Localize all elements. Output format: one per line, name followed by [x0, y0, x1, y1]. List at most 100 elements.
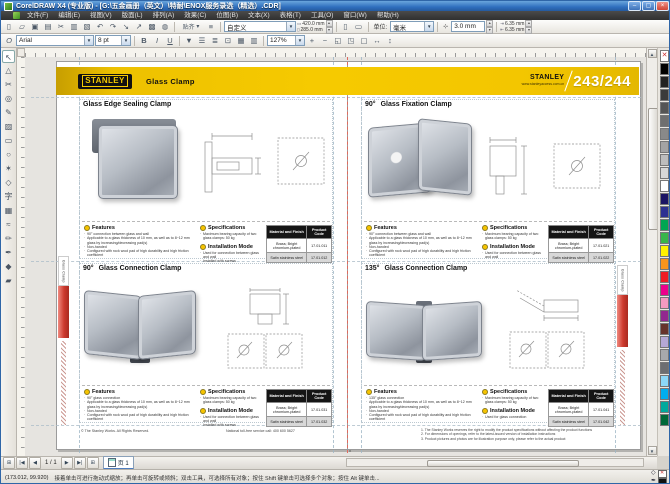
nudge-offset-input[interactable]: 3.0 mm — [451, 21, 485, 32]
minimize-button[interactable]: – — [628, 1, 641, 11]
menu-item-8[interactable]: 表格(T) — [275, 11, 306, 20]
pick-tool[interactable]: ↖ — [2, 50, 15, 63]
table-tool[interactable]: ▦ — [2, 204, 15, 217]
color-swatch-23[interactable] — [660, 349, 669, 361]
color-swatch-18[interactable] — [660, 284, 669, 296]
menu-item-4[interactable]: 排列(A) — [148, 11, 180, 20]
title-bar[interactable]: CorelDRAW X4 (专业版) - [G:\五金画册（英文）\特耐\ENO… — [1, 1, 670, 11]
fill-indicator[interactable]: ◇✕ — [651, 470, 667, 478]
color-swatch-2[interactable] — [660, 76, 669, 88]
copy-icon[interactable]: ▥ — [68, 21, 80, 32]
open-icon[interactable]: ▱ — [16, 21, 28, 32]
menu-item-5[interactable]: 效果(C) — [179, 11, 211, 20]
underline-button[interactable]: U — [164, 35, 176, 46]
app-launcher-icon[interactable]: ▩ — [146, 21, 158, 32]
shape-tool[interactable]: △ — [2, 64, 15, 77]
duplicate-steppers[interactable]: ▲▼ — [525, 20, 532, 34]
frame-icon[interactable]: ▥ — [248, 35, 260, 46]
menu-item-3[interactable]: 版面(L) — [117, 11, 148, 20]
color-swatch-12[interactable] — [660, 206, 669, 218]
color-swatch-20[interactable] — [660, 310, 669, 322]
color-swatch-13[interactable] — [660, 219, 669, 231]
color-swatch-16[interactable] — [660, 258, 669, 270]
color-swatch-28[interactable] — [660, 414, 669, 426]
color-swatch-14[interactable] — [660, 232, 669, 244]
zoom-width-icon[interactable]: ↔ — [371, 35, 383, 46]
interactive-fill-tool[interactable]: ▰ — [2, 274, 15, 287]
color-swatch-4[interactable] — [660, 102, 669, 114]
print-icon[interactable]: ▤ — [42, 21, 54, 32]
paste-icon[interactable]: ▧ — [81, 21, 93, 32]
color-swatch-21[interactable] — [660, 323, 669, 335]
last-page-button[interactable]: ▶| — [74, 457, 86, 469]
color-swatch-7[interactable] — [660, 141, 669, 153]
color-swatch-9[interactable] — [660, 167, 669, 179]
horizontal-scrollbar[interactable] — [346, 458, 644, 467]
eyedropper-tool[interactable]: ✏ — [2, 232, 15, 245]
units-combo[interactable]: 毫米▼ — [390, 21, 434, 32]
italic-button[interactable]: I — [151, 35, 163, 46]
zoom-in-icon[interactable]: + — [306, 35, 318, 46]
color-swatch-24[interactable] — [660, 362, 669, 374]
new-document-icon[interactable]: ▯ — [3, 21, 15, 32]
ruler-origin[interactable] — [17, 48, 25, 57]
color-swatch-25[interactable] — [660, 375, 669, 387]
options-icon[interactable]: ≡ — [205, 21, 217, 32]
freehand-tool[interactable]: ✎ — [2, 106, 15, 119]
outline-pen-tool[interactable]: ✒ — [2, 246, 15, 259]
menu-item-7[interactable]: 文本(X) — [243, 11, 275, 20]
fill-tool[interactable]: ◆ — [2, 260, 15, 273]
menu-item-10[interactable]: 窗口(W) — [338, 11, 371, 20]
corel-online-icon[interactable]: ◍ — [159, 21, 171, 32]
zoom-out-icon[interactable]: − — [319, 35, 331, 46]
color-swatch-17[interactable] — [660, 271, 669, 283]
color-swatch-10[interactable] — [660, 180, 669, 192]
blend-tool[interactable]: ≈ — [2, 218, 15, 231]
redo-icon[interactable]: ↷ — [107, 21, 119, 32]
bold-button[interactable]: B — [138, 35, 150, 46]
color-swatch-11[interactable] — [660, 193, 669, 205]
font-size-combo[interactable]: 8 pt▼ — [95, 35, 131, 46]
edit-text-icon[interactable]: ▦ — [235, 35, 247, 46]
zoom-tool[interactable]: ◎ — [2, 92, 15, 105]
paper-size-steppers[interactable]: ▲▼ — [326, 20, 333, 34]
vertical-scrollbar[interactable]: ▲ ▼ — [646, 48, 657, 456]
cut-icon[interactable]: ✂ — [55, 21, 67, 32]
polygon-tool[interactable]: ✶ — [2, 162, 15, 175]
scrollbar-thumb[interactable] — [427, 460, 579, 467]
color-swatch-8[interactable] — [660, 154, 669, 166]
add-page-left-button[interactable]: ⊞ — [3, 457, 15, 469]
drop-cap-icon[interactable]: ⊡ — [222, 35, 234, 46]
zoom-selected-icon[interactable]: ◱ — [332, 35, 344, 46]
landscape-icon[interactable]: ▭ — [353, 21, 365, 32]
scroll-down-icon[interactable]: ▼ — [648, 446, 657, 455]
duplicate-distance[interactable]: ⇥6.35 mm ⇤6.35 mm — [500, 21, 524, 33]
menu-item-9[interactable]: 工具(O) — [306, 11, 338, 20]
font-family-combo[interactable]: Arial▼ — [16, 35, 94, 46]
zoom-all-icon[interactable]: ◳ — [345, 35, 357, 46]
next-page-button[interactable]: ▶ — [61, 457, 73, 469]
crop-tool[interactable]: ✂ — [2, 78, 15, 91]
menu-item-6[interactable]: 位图(B) — [211, 11, 243, 20]
zoom-height-icon[interactable]: ↕ — [384, 35, 396, 46]
page-tab[interactable]: 页 1 — [103, 456, 134, 470]
basic-shapes-tool[interactable]: ◇ — [2, 176, 15, 189]
bullet-list-icon[interactable]: ≣ — [209, 35, 221, 46]
color-swatch-26[interactable] — [660, 388, 669, 400]
chevron-down-icon[interactable]: ▼ — [84, 36, 93, 45]
rectangle-tool[interactable]: ▭ — [2, 134, 15, 147]
save-icon[interactable]: ▣ — [29, 21, 41, 32]
first-page-button[interactable]: |◀ — [16, 457, 28, 469]
color-swatch-5[interactable] — [660, 115, 669, 127]
snap-to-button[interactable]: 贴齐 ▾ — [178, 21, 204, 32]
chevron-down-icon[interactable]: ▼ — [295, 36, 304, 45]
import-icon[interactable]: ↘ — [120, 21, 132, 32]
nudge-steppers[interactable]: ▲▼ — [486, 20, 493, 34]
zoom-page-icon[interactable]: ▢ — [358, 35, 370, 46]
color-swatch-15[interactable] — [660, 245, 669, 257]
smart-fill-tool[interactable]: ▨ — [2, 120, 15, 133]
zoom-level-combo[interactable]: 127%▼ — [267, 35, 305, 46]
menu-item-0[interactable]: 文件(F) — [22, 11, 53, 20]
text-tool[interactable]: 字 — [2, 190, 15, 203]
export-icon[interactable]: ↗ — [133, 21, 145, 32]
